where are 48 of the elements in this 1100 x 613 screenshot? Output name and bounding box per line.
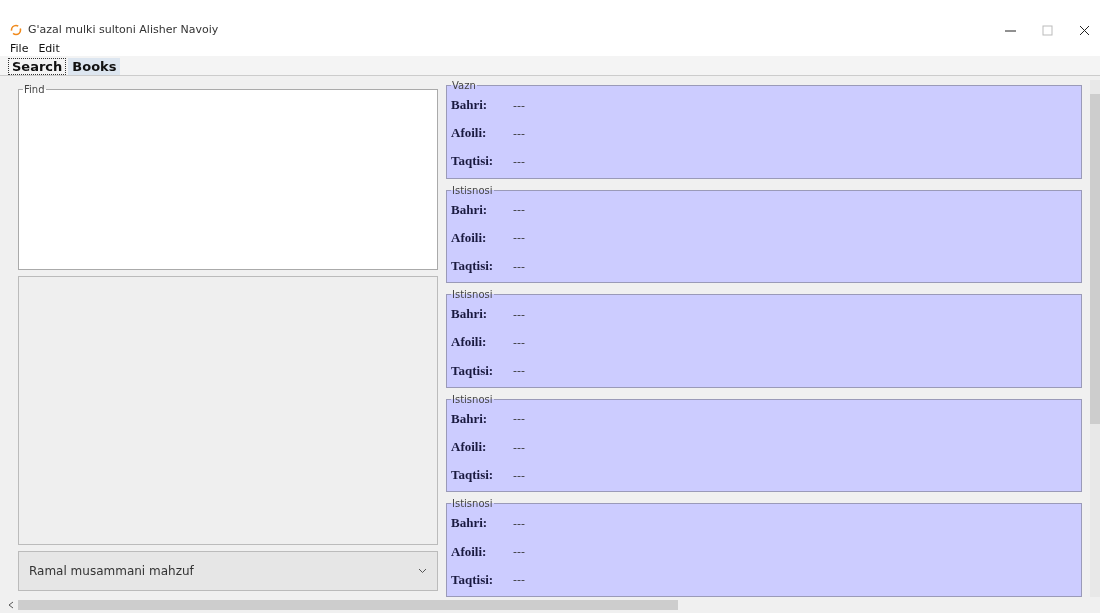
field-label: Bahri: xyxy=(451,306,489,323)
field-value: --- xyxy=(513,98,525,112)
field-label: Bahri: xyxy=(451,410,489,427)
field-value: --- xyxy=(513,126,525,140)
app-icon xyxy=(10,24,22,36)
field-label: Afoili: xyxy=(451,334,488,351)
field-label: Afoili: xyxy=(451,439,488,456)
field-label: Afoili: xyxy=(451,125,488,142)
field-label: Taqtisi: xyxy=(451,258,495,275)
field-label: Taqtisi: xyxy=(451,571,495,588)
maximize-icon[interactable] xyxy=(1042,25,1053,36)
group-title: Istisnosi xyxy=(451,393,494,405)
field-label: Afoili: xyxy=(451,543,488,560)
tab[interactable]: Search xyxy=(8,58,67,75)
field-value: --- xyxy=(513,412,525,426)
field-value: --- xyxy=(513,516,525,530)
field-label: Taqtisi: xyxy=(451,362,495,379)
field-value: --- xyxy=(513,335,525,349)
field-value: --- xyxy=(513,440,525,454)
menu-item[interactable]: File xyxy=(10,41,29,55)
field-value: --- xyxy=(513,259,525,273)
close-icon[interactable] xyxy=(1079,25,1090,36)
field-label: Taqtisi: xyxy=(451,467,495,484)
field-label: Bahri: xyxy=(451,201,489,218)
window-title: G'azal mulki sultoni Alisher Navoiy xyxy=(28,23,220,36)
field-label: Bahri: xyxy=(451,515,489,532)
field-label: Afoili: xyxy=(451,229,488,246)
field-value: --- xyxy=(513,154,525,168)
field-value: --- xyxy=(513,203,525,217)
group-title: Istisnosi xyxy=(451,184,494,196)
vertical-scrollbar[interactable] xyxy=(1090,80,1100,597)
group-title: Vazn xyxy=(451,80,477,91)
field-value: --- xyxy=(513,231,525,245)
tab[interactable]: Books xyxy=(68,58,121,75)
meter-dropdown[interactable]: Ramal musammani mahzuf xyxy=(18,551,438,591)
menu-item[interactable]: Edit xyxy=(38,41,60,55)
group-title: Istisnosi xyxy=(451,289,494,301)
field-value: --- xyxy=(513,468,525,482)
scroll-left-icon[interactable] xyxy=(8,601,14,609)
field-label: Bahri: xyxy=(451,97,489,114)
group-title: Istisnosi xyxy=(451,498,494,510)
field-value: --- xyxy=(513,545,525,559)
field-value: --- xyxy=(513,307,525,321)
group-title: Find xyxy=(23,84,46,95)
chevron-down-icon xyxy=(418,568,427,574)
field-value: --- xyxy=(513,364,525,378)
field-label: Taqtisi: xyxy=(451,153,495,170)
field-value: --- xyxy=(513,573,525,587)
